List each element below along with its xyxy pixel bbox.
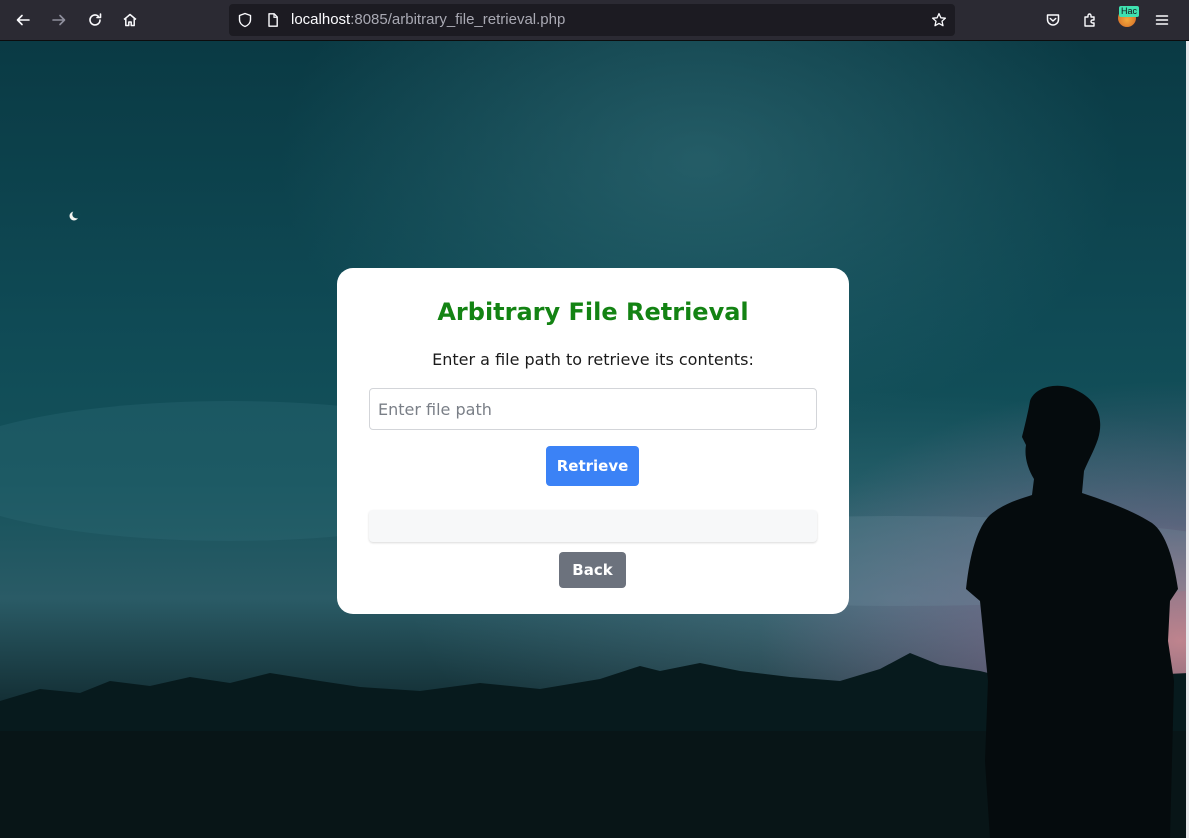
- url-path: :8085/arbitrary_file_retrieval.php: [350, 11, 566, 28]
- page-icon[interactable]: [265, 12, 281, 28]
- retrieve-button[interactable]: Retrieve: [546, 446, 639, 486]
- hamburger-menu-icon[interactable]: [1148, 6, 1176, 34]
- back-arrow-icon[interactable]: [9, 6, 37, 34]
- instruction-text: Enter a file path to retrieve its conten…: [432, 350, 754, 369]
- url-bar[interactable]: localhost:8085/arbitrary_file_retrieval.…: [229, 4, 955, 36]
- shield-icon[interactable]: [237, 12, 253, 28]
- moon-icon: [69, 210, 81, 221]
- page-title: Arbitrary File Retrieval: [437, 298, 749, 326]
- home-icon[interactable]: [116, 6, 144, 34]
- person-silhouette: [966, 385, 1178, 838]
- forward-arrow-icon[interactable]: [45, 6, 73, 34]
- back-button[interactable]: Back: [559, 552, 626, 588]
- pocket-icon[interactable]: [1039, 6, 1067, 34]
- file-path-input[interactable]: [369, 388, 817, 430]
- url-text[interactable]: localhost:8085/arbitrary_file_retrieval.…: [291, 4, 565, 36]
- url-host: localhost: [291, 11, 351, 28]
- browser-toolbar: localhost:8085/arbitrary_file_retrieval.…: [0, 0, 1189, 41]
- reload-icon[interactable]: [81, 6, 109, 34]
- result-output: [369, 510, 817, 542]
- bookmark-star-icon[interactable]: [931, 12, 947, 28]
- file-retrieval-card: Arbitrary File Retrieval Enter a file pa…: [337, 268, 849, 614]
- extensions-icon[interactable]: [1076, 6, 1104, 34]
- extension-badge-label: Hac: [1119, 6, 1140, 17]
